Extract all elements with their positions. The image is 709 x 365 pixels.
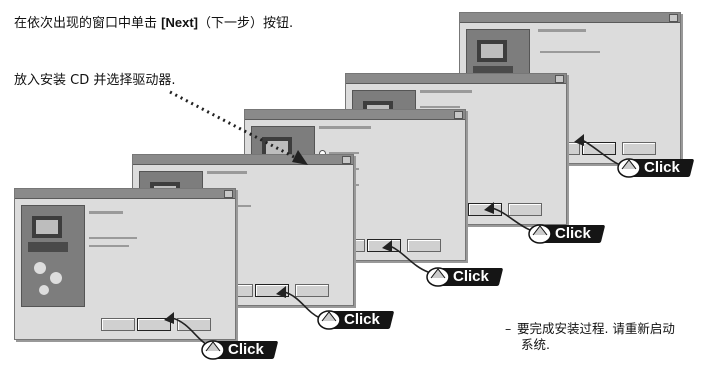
click-label: Click xyxy=(453,268,489,285)
click-badge: Click xyxy=(316,309,395,331)
click-arrow-2 xyxy=(283,291,321,319)
dotted-arrow-head xyxy=(292,150,308,165)
click-badge: Click xyxy=(425,266,504,288)
mouse-cursor-icon xyxy=(617,158,641,178)
click-label: Click xyxy=(228,341,264,358)
restart-note-line-1: – 要完成安装过程. 请重新启动 xyxy=(505,321,675,337)
click-arrow-3-head xyxy=(382,240,392,252)
restart-note: – 要完成安装过程. 请重新启动 系统. xyxy=(505,321,675,353)
click-badge: Click xyxy=(616,157,695,179)
mouse-cursor-icon xyxy=(426,267,450,287)
click-label: Click xyxy=(555,225,591,242)
restart-note-text-2: 系统. xyxy=(521,337,550,352)
mouse-cursor-icon xyxy=(201,340,225,360)
click-arrow-4-head xyxy=(484,202,494,214)
dash-marker: – xyxy=(505,321,512,336)
dotted-arrow xyxy=(169,90,297,160)
click-arrow-5 xyxy=(581,139,619,165)
click-arrow-3 xyxy=(389,245,429,273)
click-badge: Click xyxy=(527,223,606,245)
click-label: Click xyxy=(344,311,380,328)
click-badge: Click xyxy=(200,339,279,361)
click-arrow-5-head xyxy=(574,134,584,146)
mouse-cursor-icon xyxy=(528,224,552,244)
click-arrow-2-head xyxy=(276,286,286,298)
click-label: Click xyxy=(644,159,680,176)
mouse-cursor-icon xyxy=(317,310,341,330)
restart-note-line-2: 系统. xyxy=(505,337,675,353)
click-arrow-1-head xyxy=(164,312,174,324)
click-arrow-4 xyxy=(491,207,531,231)
restart-note-text: 要完成安装过程. 请重新启动 xyxy=(516,321,675,336)
